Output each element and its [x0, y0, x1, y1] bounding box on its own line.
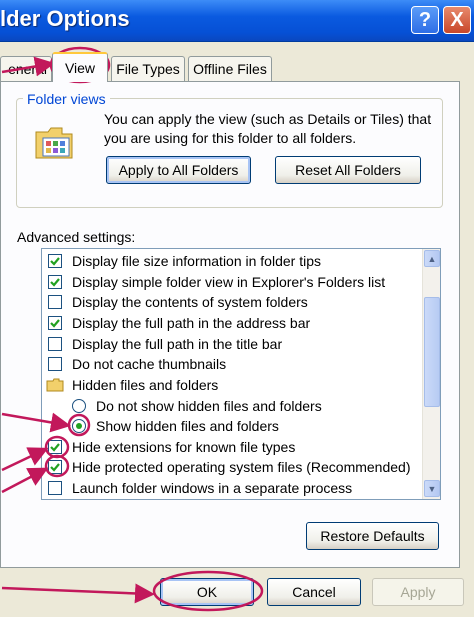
- checkbox[interactable]: [48, 295, 62, 309]
- list-item-hide-protected-files[interactable]: Hide protected operating system files (R…: [48, 457, 411, 477]
- vertical-scrollbar[interactable]: ▲ ▼: [422, 249, 440, 499]
- folder-views-label: Folder views: [23, 91, 110, 107]
- list-item-cache-thumbnails[interactable]: Do not cache thumbnails: [48, 354, 226, 374]
- question-mark-icon: ?: [418, 8, 432, 31]
- close-icon: X: [450, 8, 464, 31]
- checkmark-icon: [50, 278, 60, 287]
- chevron-down-icon[interactable]: ▼: [424, 480, 440, 497]
- folder-views-description: You can apply the view (such as Details …: [104, 111, 432, 146]
- checkbox[interactable]: [48, 316, 62, 330]
- window-title: lder Options: [0, 6, 130, 31]
- checkmark-icon: [50, 257, 60, 266]
- checkbox[interactable]: [48, 481, 62, 495]
- title-bar[interactable]: lder Options ? X: [0, 0, 474, 42]
- checkbox[interactable]: [48, 357, 62, 371]
- checkmark-icon: [50, 319, 60, 328]
- checkmark-icon: [50, 463, 60, 472]
- folder-views-icon: [35, 127, 73, 159]
- annotation-arrow-ok: [1, 583, 155, 604]
- list-item-separate-process[interactable]: Launch folder windows in a separate proc…: [48, 478, 352, 498]
- radio-button[interactable]: [72, 419, 86, 433]
- reset-all-folders-button[interactable]: Reset All Folders: [275, 156, 421, 184]
- radio-dot: [76, 423, 82, 429]
- chevron-up-icon[interactable]: ▲: [424, 250, 440, 267]
- apply-button: Apply: [372, 578, 464, 606]
- tab-view[interactable]: View: [52, 52, 108, 82]
- tab-offline-files[interactable]: Offline Files: [188, 56, 272, 81]
- list-item-simple-folder-view[interactable]: Display simple folder view in Explorer's…: [48, 272, 385, 292]
- cancel-button[interactable]: Cancel: [267, 578, 361, 606]
- list-item-file-size-tips[interactable]: Display file size information in folder …: [48, 251, 321, 271]
- list-item-full-path-address[interactable]: Display the full path in the address bar: [48, 313, 310, 333]
- advanced-settings-list[interactable]: Display file size information in folder …: [41, 248, 441, 500]
- advanced-settings-label: Advanced settings:: [17, 229, 136, 245]
- checkmark-icon: [50, 443, 60, 452]
- apply-to-all-folders-button[interactable]: Apply to All Folders: [106, 156, 251, 184]
- checkbox[interactable]: [48, 440, 62, 454]
- restore-defaults-button[interactable]: Restore Defaults: [306, 522, 439, 550]
- close-button[interactable]: X: [443, 6, 471, 34]
- list-item-system-folders[interactable]: Display the contents of system folders: [48, 292, 308, 312]
- help-button[interactable]: ?: [411, 6, 439, 34]
- radio-button[interactable]: [72, 399, 86, 413]
- list-item-full-path-title[interactable]: Display the full path in the title bar: [48, 334, 282, 354]
- checkbox[interactable]: [48, 254, 62, 268]
- list-item-do-not-show-hidden[interactable]: Do not show hidden files and folders: [72, 396, 322, 416]
- scrollbar-thumb[interactable]: [424, 297, 440, 407]
- list-item-show-hidden[interactable]: Show hidden files and folders: [72, 416, 279, 436]
- checkbox[interactable]: [48, 275, 62, 289]
- tab-general[interactable]: eneral: [0, 56, 52, 81]
- tab-file-types[interactable]: File Types: [111, 56, 185, 81]
- ok-button[interactable]: OK: [160, 578, 254, 606]
- tab-strip: eneral View File Types Offline Files: [0, 52, 474, 82]
- list-item-hide-extensions[interactable]: Hide extensions for known file types: [48, 437, 295, 457]
- checkbox[interactable]: [48, 337, 62, 351]
- folder-icon: [46, 378, 64, 392]
- list-item-hidden-files-group: Hidden files and folders: [46, 375, 218, 395]
- checkbox[interactable]: [48, 460, 62, 474]
